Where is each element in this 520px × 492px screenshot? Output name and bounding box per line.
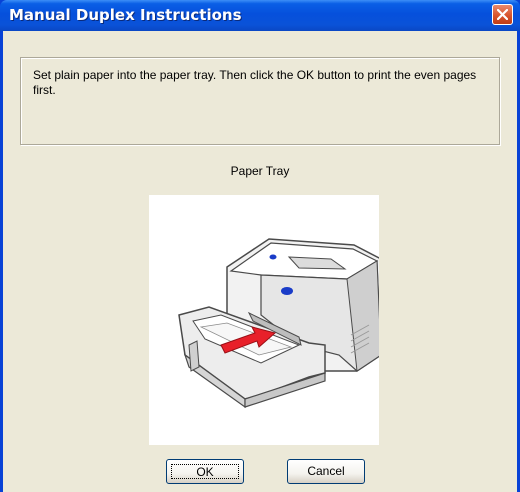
title-bar[interactable]: Manual Duplex Instructions (0, 0, 520, 31)
paper-tray-illustration (149, 195, 382, 445)
cancel-button[interactable]: Cancel (287, 459, 365, 484)
dialog-window: Manual Duplex Instructions Set plain pap… (0, 0, 520, 492)
ok-button[interactable]: OK (166, 459, 244, 484)
close-icon (497, 9, 508, 20)
instructions-text: Set plain paper into the paper tray. The… (33, 68, 477, 97)
printer-image (178, 238, 382, 409)
instructions-group: Set plain paper into the paper tray. The… (20, 57, 500, 145)
illustration-caption: Paper Tray (230, 164, 290, 178)
dialog-body: Set plain paper into the paper tray. The… (3, 31, 517, 492)
close-button[interactable] (492, 4, 513, 25)
window-title: Manual Duplex Instructions (9, 6, 242, 24)
ok-button-label: OK (171, 464, 239, 479)
